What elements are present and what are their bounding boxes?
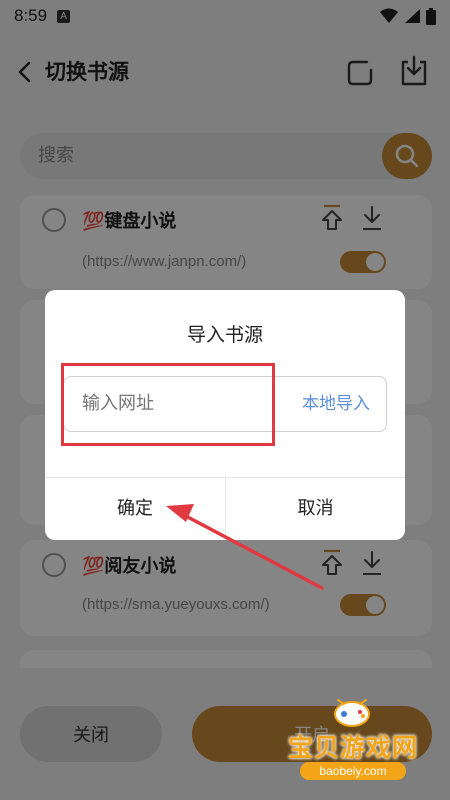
- watermark-text: 宝贝游戏网: [287, 733, 418, 762]
- confirm-button[interactable]: 确定: [45, 478, 225, 540]
- gamepad-icon: [334, 699, 370, 727]
- cancel-button[interactable]: 取消: [226, 478, 405, 540]
- local-import-link[interactable]: 本地导入: [302, 377, 370, 431]
- dialog-title: 导入书源: [186, 324, 263, 346]
- watermark-logo: 宝贝游戏网 baobeiy.com: [268, 688, 438, 784]
- watermark-url: baobeiy.com: [300, 762, 406, 780]
- annotation-highlight-box: [61, 363, 275, 446]
